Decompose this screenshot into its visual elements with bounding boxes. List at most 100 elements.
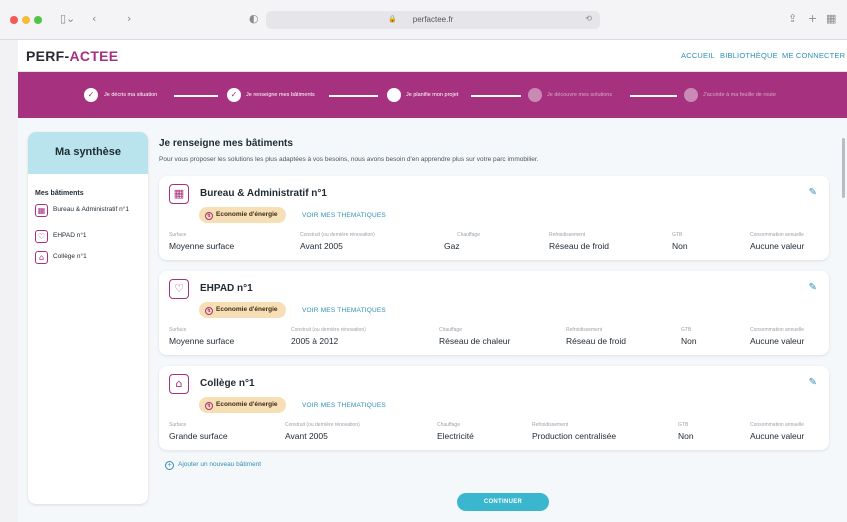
building-card: ▦ Bureau & Administratif n°1 ✎ ↯ Economie… <box>159 176 829 260</box>
nav-link-bibliotheque[interactable]: BIBLIOTHÈQUE <box>720 51 778 60</box>
column-label-construit: Construit (ou dernière rénovation) <box>291 327 366 333</box>
value-surface: Grande surface <box>169 431 228 441</box>
step-3-current-icon <box>387 88 401 102</box>
column-label-surface: Surface <box>169 422 187 428</box>
value-refroidissement: Production centralisée <box>532 431 617 441</box>
step-1-label[interactable]: Je décris ma situation <box>104 91 157 99</box>
column-label-gtb: GTB <box>672 232 683 238</box>
edit-pencil-icon[interactable]: ✎ <box>809 282 817 293</box>
step-1-done-icon: ✓ <box>84 88 98 102</box>
synthesis-sidebar: Ma synthèse Mes bâtiments ▦ Bureau & Adm… <box>28 132 148 504</box>
step-5-label[interactable]: J'accède à ma feuille de route <box>703 91 776 99</box>
minimize-window-button[interactable] <box>22 16 30 24</box>
value-surface: Moyenne surface <box>169 336 235 346</box>
value-surface: Moyenne surface <box>169 241 235 251</box>
school-icon: ⌂ <box>169 374 189 394</box>
value-gtb: Non <box>672 241 688 251</box>
zoom-window-button[interactable] <box>34 16 42 24</box>
browser-window: ▯⌄ ‹ › ◐ 🔒 perfactee.fr ⟲ ⇪ + ▦ PERF-ACT… <box>0 0 847 522</box>
edit-pencil-icon[interactable]: ✎ <box>809 187 817 198</box>
continue-button[interactable]: CONTINUER <box>457 493 549 511</box>
scrollbar[interactable] <box>842 138 845 198</box>
share-icon[interactable]: ⇪ <box>788 12 797 26</box>
step-2-label[interactable]: Je renseigne mes bâtiments <box>246 91 315 99</box>
column-label-chauffage: Chauffage <box>439 327 462 333</box>
office-building-icon: ▦ <box>169 184 189 204</box>
nav-link-accueil[interactable]: ACCUEIL <box>681 51 715 60</box>
plus-circle-icon: + <box>165 461 174 470</box>
step-connector <box>329 95 378 97</box>
logo-accent: ACTEE <box>69 48 119 64</box>
care-home-icon: ♡ <box>169 279 189 299</box>
column-label-chauffage: Chauffage <box>437 422 460 428</box>
column-label-consommation: Consommation annuelle <box>750 232 804 238</box>
energy-icon: ↯ <box>205 402 213 410</box>
column-label-consommation: Consommation annuelle <box>750 422 804 428</box>
sidebar-icon[interactable]: ▯⌄ <box>60 12 75 26</box>
step-3-label[interactable]: Je planifie mon projet <box>406 91 458 99</box>
nav-link-me-connecter[interactable]: ME CONNECTER <box>782 51 845 60</box>
energy-saving-badge: ↯ Economie d'énergie <box>199 302 286 318</box>
shield-icon[interactable]: ◐ <box>249 12 259 26</box>
badge-label: Economie d'énergie <box>216 211 278 218</box>
site-logo[interactable]: PERF-ACTEE <box>26 48 118 64</box>
column-label-chauffage: Chauffage <box>457 232 480 238</box>
column-label-refroidissement: Refroidissement <box>532 422 569 428</box>
add-building-link[interactable]: + Ajouter un nouveau bâtiment <box>165 461 261 470</box>
chevron-left-icon[interactable]: ‹ <box>92 12 96 26</box>
step-4-todo-icon <box>528 88 542 102</box>
column-label-surface: Surface <box>169 327 187 333</box>
column-label-refroidissement: Refroidissement <box>549 232 586 238</box>
page-title: Je renseigne mes bâtiments <box>159 138 293 149</box>
page-content: Ma synthèse Mes bâtiments ▦ Bureau & Adm… <box>18 118 847 522</box>
value-construit: Avant 2005 <box>285 431 328 441</box>
view-themes-link[interactable]: VOIR MES THEMATIQUES <box>302 307 386 314</box>
sidebar-section-title: Mes bâtiments <box>35 190 84 197</box>
column-label-surface: Surface <box>169 232 187 238</box>
add-building-label: Ajouter un nouveau bâtiment <box>178 461 262 468</box>
badge-label: Economie d'énergie <box>216 401 278 408</box>
care-home-icon: ♡ <box>35 230 48 243</box>
energy-icon: ↯ <box>205 307 213 315</box>
value-consommation: Aucune valeur <box>750 241 805 251</box>
sidebar-item-label: EHPAD n°1 <box>53 232 87 239</box>
value-gtb: Non <box>678 431 694 441</box>
value-refroidissement: Réseau de froid <box>549 241 610 251</box>
tab-overview-icon[interactable]: ▦ <box>826 12 836 26</box>
column-label-construit: Construit (ou dernière rénovation) <box>285 422 360 428</box>
column-label-gtb: GTB <box>678 422 689 428</box>
value-consommation: Aucune valeur <box>750 431 805 441</box>
energy-saving-badge: ↯ Economie d'énergie <box>199 207 286 223</box>
column-label-construit: Construit (ou dernière rénovation) <box>300 232 375 238</box>
column-label-gtb: GTB <box>681 327 692 333</box>
building-card: ⌂ Collège n°1 ✎ ↯ Economie d'énergie VOIR… <box>159 366 829 450</box>
office-building-icon: ▦ <box>35 204 48 217</box>
browser-toolbar: ▯⌄ ‹ › ◐ 🔒 perfactee.fr ⟲ ⇪ + ▦ <box>0 0 847 40</box>
page-description: Pour vous proposer les solutions les plu… <box>159 156 539 163</box>
energy-saving-badge: ↯ Economie d'énergie <box>199 397 286 413</box>
view-themes-link[interactable]: VOIR MES THEMATIQUES <box>302 402 386 409</box>
building-title: EHPAD n°1 <box>200 283 253 294</box>
logo-main: PERF- <box>26 48 70 64</box>
translate-reload-icons[interactable]: ⟲ <box>585 14 592 23</box>
view-themes-link[interactable]: VOIR MES THEMATIQUES <box>302 212 386 219</box>
edit-pencil-icon[interactable]: ✎ <box>809 377 817 388</box>
step-connector <box>630 95 677 97</box>
step-4-label[interactable]: Je découvre mes solutions <box>547 91 612 99</box>
address-bar[interactable]: 🔒 perfactee.fr ⟲ <box>266 11 600 29</box>
site-header: PERF-ACTEE ACCUEIL BIBLIOTHÈQUE ME CONNE… <box>18 40 847 72</box>
value-chauffage: Gaz <box>444 241 460 251</box>
column-label-refroidissement: Refroidissement <box>566 327 603 333</box>
sidebar-header: Ma synthèse <box>28 132 148 174</box>
close-window-button[interactable] <box>10 16 18 24</box>
building-title: Bureau & Administratif n°1 <box>200 188 327 199</box>
chevron-right-icon[interactable]: › <box>127 12 131 26</box>
value-chauffage: Electricité <box>437 431 474 441</box>
url-text: perfactee.fr <box>412 15 454 24</box>
new-tab-icon[interactable]: + <box>808 12 817 26</box>
energy-icon: ↯ <box>205 212 213 220</box>
sidebar-title: Ma synthèse <box>54 146 122 158</box>
sidebar-item-label: Collège n°1 <box>53 253 87 260</box>
value-consommation: Aucune valeur <box>750 336 805 346</box>
school-icon: ⌂ <box>35 251 48 264</box>
